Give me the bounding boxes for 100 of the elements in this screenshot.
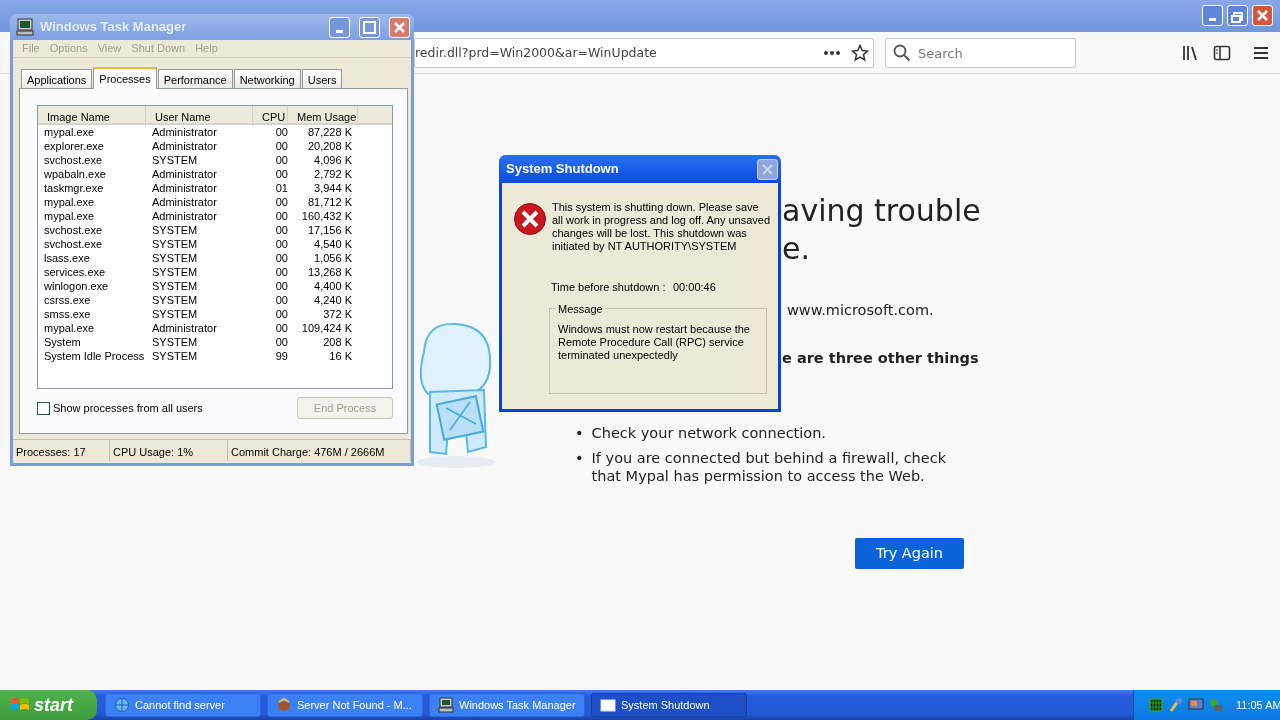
more-icon[interactable]: [823, 50, 841, 56]
table-cell-text: 00: [274, 167, 288, 181]
table-cell-text: lsass.exe: [43, 251, 91, 265]
time-value: 00:00:46: [673, 280, 716, 295]
taskbar-button[interactable]: Cannot find server: [105, 693, 261, 717]
table-cell-text: 00: [274, 209, 288, 223]
table-cell-text: 16 K: [328, 349, 352, 363]
table-cell-text: mypal.exe: [43, 125, 96, 139]
page-subheading: e are three other things: [782, 349, 979, 368]
taskbar-button[interactable]: Windows Task Manager: [429, 693, 585, 717]
column-header[interactable]: Image Name: [38, 106, 146, 126]
table-cell-text: Administrator: [151, 167, 218, 181]
tab[interactable]: Processes: [93, 67, 157, 89]
table-cell-text: svchost.exe: [43, 223, 104, 237]
dialog-title: System Shutdown: [506, 160, 619, 179]
computer-icon: [16, 18, 34, 36]
column-header[interactable]: CPU: [253, 106, 288, 126]
table-cell-text: SYSTEM: [151, 265, 199, 279]
maximize-icon: [361, 18, 378, 36]
table-cell-text: 4,400 K: [313, 279, 352, 293]
table-cell-text: taskmgr.exe: [43, 181, 105, 195]
status-text: CPU Usage: 1%: [110, 440, 228, 461]
table-cell-text: 372 K: [322, 307, 352, 321]
minimize-button[interactable]: [1202, 5, 1223, 26]
heading-text: e.: [782, 230, 810, 268]
close-button[interactable]: [757, 158, 778, 180]
browser-icon: [114, 697, 130, 713]
table-cell-text: Administrator: [151, 195, 218, 209]
table-cell-text: 4,096 K: [313, 153, 352, 167]
table-cell-text: SYSTEM: [151, 223, 199, 237]
table-cell-text: 00: [274, 195, 288, 209]
table-cell-text: 00: [274, 307, 288, 321]
window-icon: [600, 697, 616, 713]
table-cell-text: 00: [274, 321, 288, 335]
chip-icon[interactable]: [1148, 697, 1164, 713]
table-cell-text: 4,540 K: [313, 237, 352, 251]
table-cell-text: 00: [274, 237, 288, 251]
bullet-marker: •: [575, 424, 584, 442]
table-cell-text: svchost.exe: [43, 237, 104, 251]
table-cell-text: 99: [274, 349, 288, 363]
table-cell-text: 00: [274, 265, 288, 279]
table-cell-text: 00: [274, 139, 288, 153]
tab[interactable]: Users: [301, 69, 343, 88]
table-cell-text: Administrator: [151, 321, 218, 335]
table-cell-text: 00: [274, 279, 288, 293]
maximize-button[interactable]: [359, 16, 380, 38]
computer-icon: [438, 697, 454, 713]
table-cell-text: 00: [274, 153, 288, 167]
table-cell-text: 109,424 K: [300, 321, 352, 335]
table-cell-text: svchost.exe: [43, 153, 104, 167]
table-cell-text: 81,712 K: [306, 195, 352, 209]
table-cell-text: 00: [274, 335, 288, 349]
address-field[interactable]: redir.dll?prd=Win2000&ar=WinUpdate: [414, 38, 874, 68]
sidebar-icon[interactable]: [1213, 44, 1231, 62]
dialog-message: This system is shutting down. Please save all work in progress and log off. Any unsaved changes will be lost. This shutdown was initiated by NT AUTHORITY\SYSTEM: [552, 201, 772, 253]
table-cell-text: SYSTEM: [151, 307, 199, 321]
group-text: Windows must now restart because the Remote Procedure Call (RPC) service terminated unexpectedly: [558, 323, 751, 362]
status-text: Processes: 17: [13, 440, 110, 461]
table-cell-text: 00: [274, 293, 288, 307]
table-cell-text: 17,156 K: [306, 223, 352, 237]
table-cell-text: System: [43, 335, 82, 349]
monitor-icon[interactable]: [1188, 697, 1204, 713]
try-again-button[interactable]: Try Again: [855, 538, 964, 569]
table-cell-text: 00: [274, 125, 288, 139]
table-cell-text: SYSTEM: [151, 293, 199, 307]
table-cell-text: SYSTEM: [151, 335, 199, 349]
table-cell-text: services.exe: [43, 265, 107, 279]
table-cell-text: 208 K: [322, 335, 352, 349]
minimize-button[interactable]: [329, 16, 350, 38]
column-header[interactable]: Mem Usage: [288, 106, 358, 126]
menu-icon[interactable]: [1252, 44, 1270, 62]
table-cell-text: SYSTEM: [151, 153, 199, 167]
table-cell-text: Administrator: [151, 181, 218, 195]
table-cell-text: winlogon.exe: [43, 279, 110, 293]
checkbox[interactable]: [37, 401, 50, 415]
tab[interactable]: Performance: [157, 69, 233, 88]
search-field[interactable]: Search: [885, 38, 1076, 68]
table-cell-text: mypal.exe: [43, 195, 96, 209]
star-icon[interactable]: [851, 44, 869, 62]
table-cell-text: 4,240 K: [313, 293, 352, 307]
table-cell-text: 87,228 K: [306, 125, 352, 139]
error-icon: [513, 202, 547, 236]
table-cell-text: SYSTEM: [151, 279, 199, 293]
tab[interactable]: Networking: [233, 69, 301, 88]
table-cell-text: SYSTEM: [151, 349, 199, 363]
table-cell-text: 00: [274, 223, 288, 237]
table-cell-text: explorer.exe: [43, 139, 105, 153]
taskbar-button[interactable]: Server Not Found - M...: [267, 693, 423, 717]
column-header[interactable]: User Name: [146, 106, 253, 126]
bullet-text: Check your network connection.: [591, 424, 826, 442]
tab[interactable]: Applications: [21, 69, 93, 88]
taskbar-button[interactable]: System Shutdown: [591, 693, 747, 717]
table-cell-text: SYSTEM: [151, 237, 199, 251]
table-cell-text: System Idle Process: [43, 349, 146, 363]
table-cell-text: mypal.exe: [43, 321, 96, 335]
time-label: Time before shutdown :: [551, 280, 666, 295]
table-cell-text: 2,792 K: [313, 167, 352, 181]
restore-button[interactable]: [1227, 5, 1248, 26]
clock: 11:05 AM: [1236, 697, 1280, 713]
library-icon[interactable]: [1182, 44, 1200, 62]
